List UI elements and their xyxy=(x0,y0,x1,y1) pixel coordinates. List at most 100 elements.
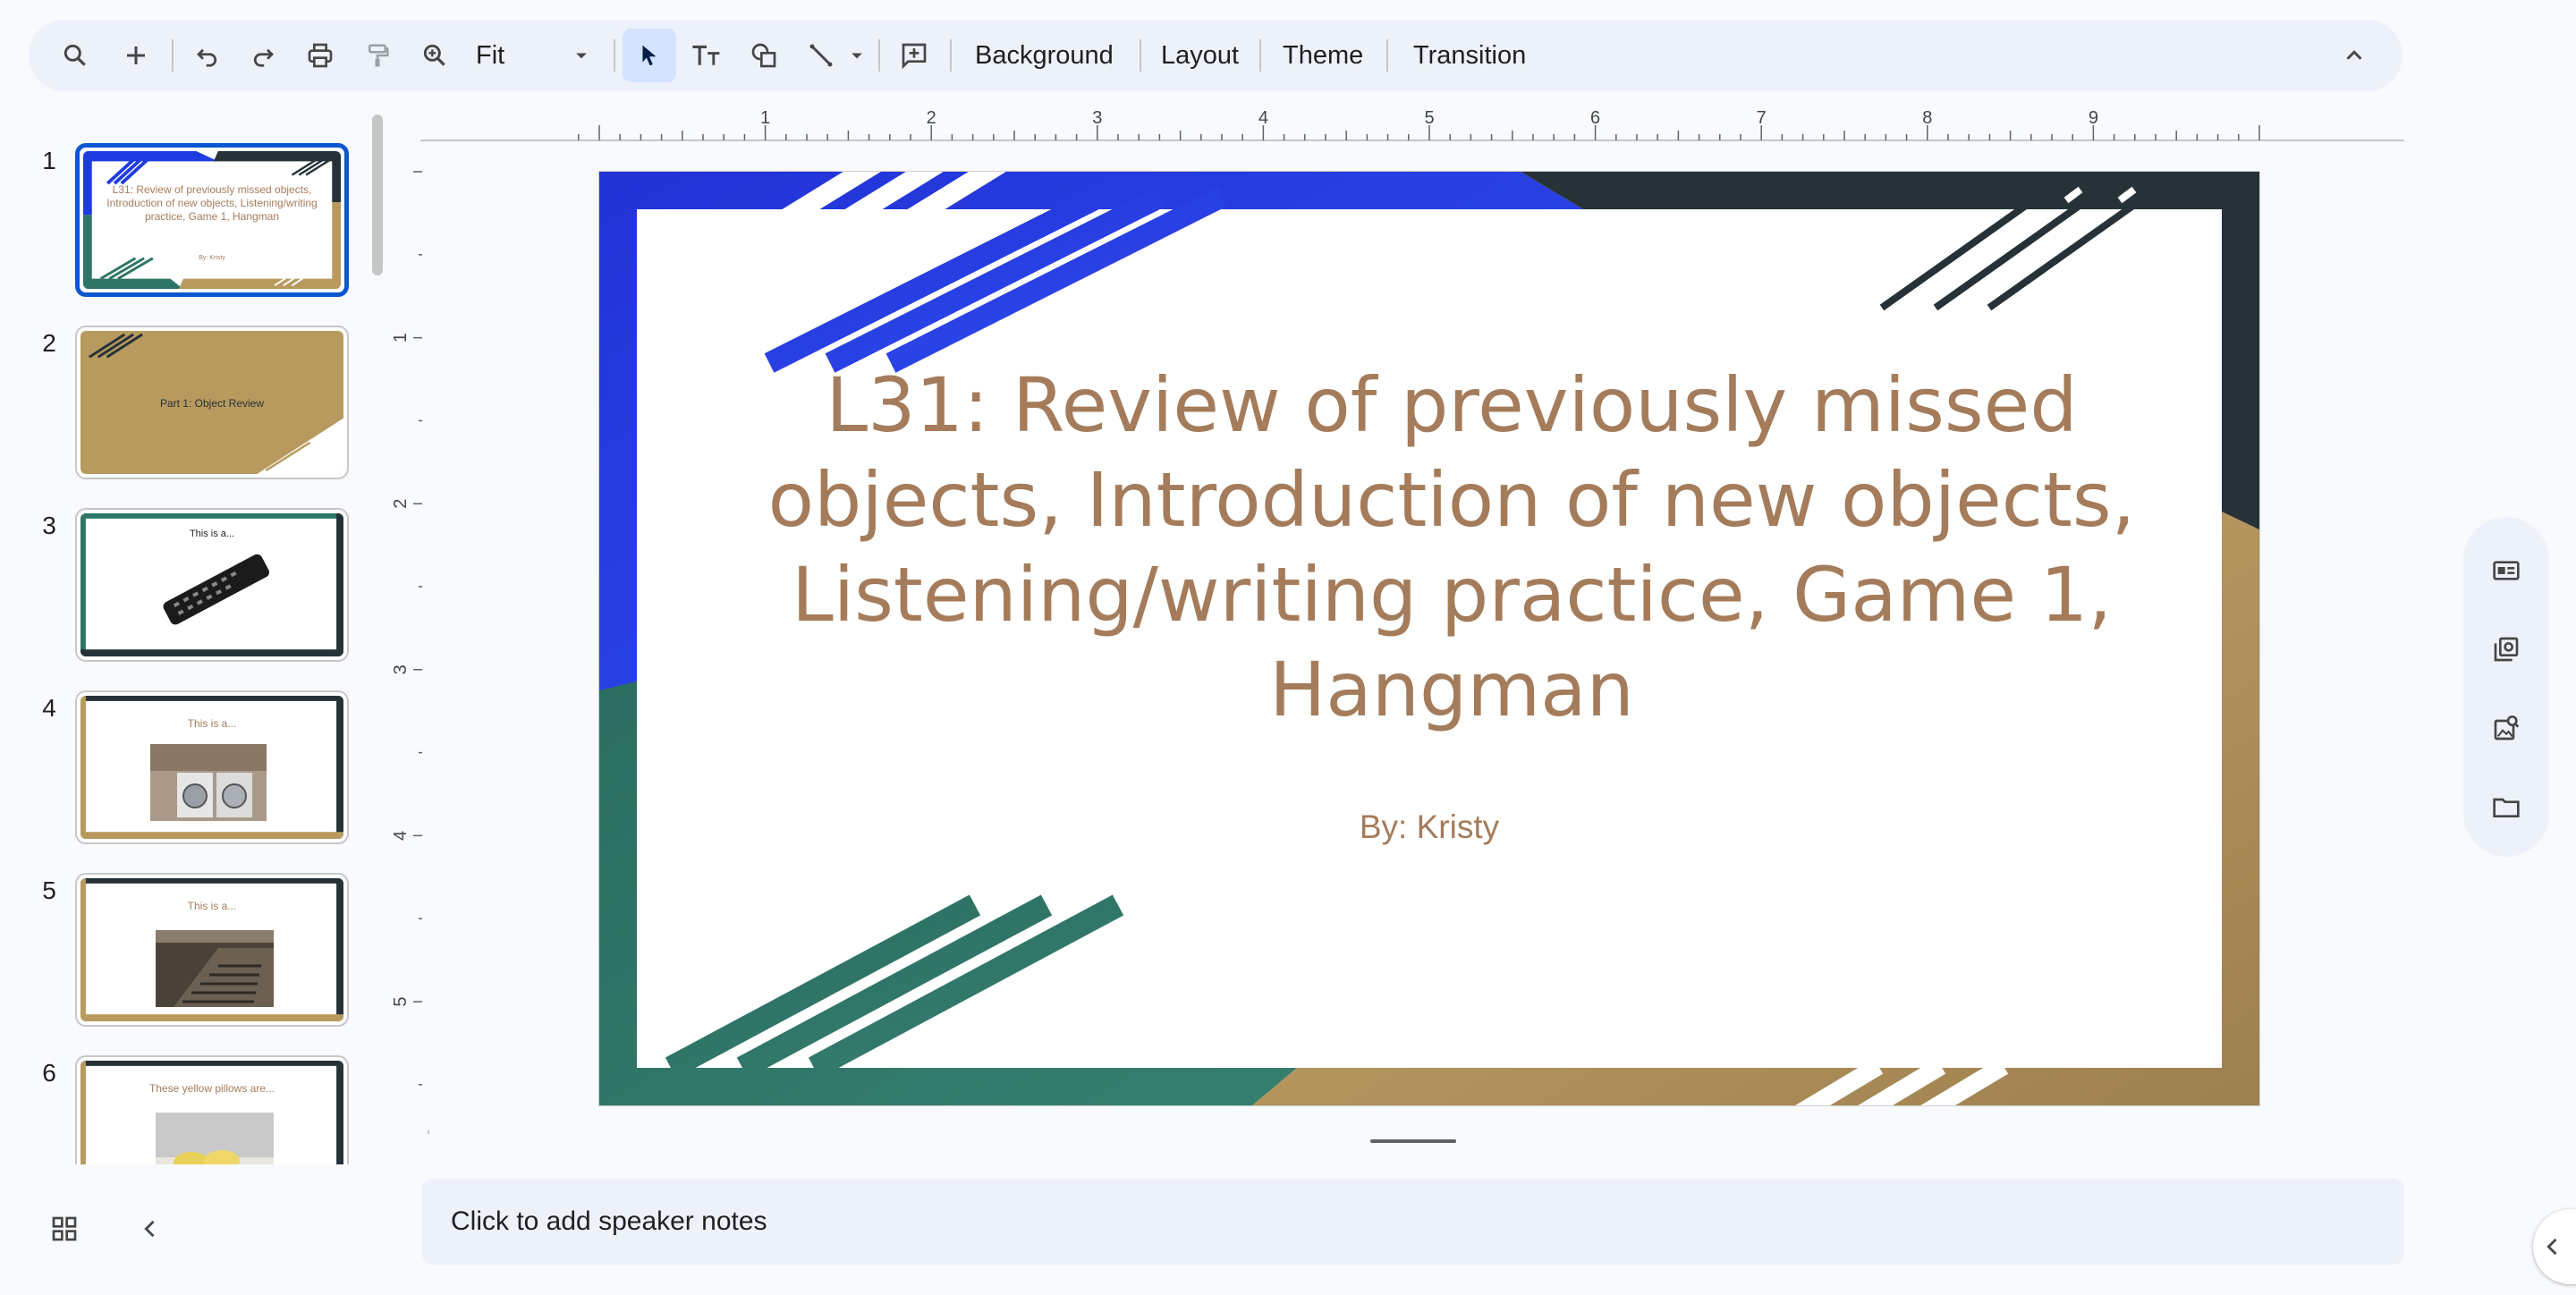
text-box-icon xyxy=(692,45,720,65)
slide-thumbnail-4[interactable]: This is a... xyxy=(75,690,349,844)
thumbnail-title: This is a... xyxy=(187,717,237,730)
ruler-label: 5 xyxy=(394,996,411,1006)
collapse-chevron-up-icon xyxy=(2346,50,2362,60)
toolbar-divider xyxy=(614,39,615,72)
ruler-label: 7 xyxy=(1757,108,1767,128)
filmstrip-scrollbar[interactable] xyxy=(372,114,383,275)
theme-button[interactable]: Theme xyxy=(1283,20,1363,91)
slide-number: 5 xyxy=(42,876,56,904)
slide-thumbnail-6[interactable]: These yellow pillows are... xyxy=(75,1055,349,1164)
collapse-toolbar-button[interactable] xyxy=(2327,29,2381,82)
zoom-icon xyxy=(423,44,445,66)
zoom-select[interactable]: Fit xyxy=(476,20,504,91)
slide-thumbnail-5[interactable]: This is a... xyxy=(75,873,349,1027)
ruler-label: 9 xyxy=(2089,108,2098,128)
print-button[interactable] xyxy=(293,29,347,82)
shape-button[interactable] xyxy=(737,29,791,82)
thumbnail-title: This is a... xyxy=(189,529,235,539)
speaker-notes[interactable]: Click to add speaker notes xyxy=(422,1179,2404,1265)
staircase-image xyxy=(156,930,274,1007)
slide-number: 3 xyxy=(42,512,56,539)
ruler-label: 3 xyxy=(394,664,411,674)
redo-icon xyxy=(253,48,274,67)
slide-thumbnail-3[interactable]: This is a... xyxy=(75,508,349,662)
notes-resize-handle[interactable] xyxy=(1370,1139,1456,1143)
search-icon xyxy=(64,44,86,66)
slide-number: 1 xyxy=(42,147,56,174)
ruler-label: 4 xyxy=(394,831,411,841)
add-comment-button[interactable] xyxy=(887,29,941,82)
search-menus-button[interactable] xyxy=(48,29,102,82)
hide-filmstrip-button[interactable] xyxy=(123,1202,177,1256)
zoom-button[interactable] xyxy=(408,29,462,82)
ruler-label: 8 xyxy=(1922,108,1932,128)
chevron-down-icon xyxy=(852,53,862,59)
line-button[interactable] xyxy=(794,29,848,82)
horizontal-ruler: 1 2 3 4 5 6 7 8 9 xyxy=(420,108,2404,141)
redo-button[interactable] xyxy=(236,29,290,82)
background-button[interactable]: Background xyxy=(975,20,1114,91)
zoom-dropdown[interactable] xyxy=(572,47,590,69)
ruler-label: 1 xyxy=(394,333,411,343)
paint-format-button[interactable] xyxy=(351,29,404,82)
ruler-label: 1 xyxy=(760,108,770,128)
toolbar-divider xyxy=(172,39,174,72)
toolbar-divider xyxy=(878,39,880,72)
side-panel xyxy=(2463,517,2549,857)
paint-format-icon xyxy=(369,44,389,67)
remote-control-image xyxy=(163,554,269,625)
slides-library-icon xyxy=(2494,637,2519,662)
current-slide[interactable]: L31: Review of previously missed objects… xyxy=(599,172,2259,1105)
toolbar-divider xyxy=(950,39,952,72)
thumbnail-title: L31: Review of previously missed objects… xyxy=(106,183,318,223)
select-cursor-icon xyxy=(642,45,657,66)
slide-filmstrip: 1 L31: Review of previously missed objec… xyxy=(0,134,394,1164)
folder-button[interactable] xyxy=(2479,780,2533,834)
ruler-label: 2 xyxy=(927,108,936,128)
slide-number: 6 xyxy=(42,1059,56,1087)
toolbar: Fit Background Layout Theme Transition xyxy=(29,20,2402,91)
line-icon xyxy=(809,44,833,67)
grid-view-button[interactable] xyxy=(38,1202,91,1256)
keep-icon xyxy=(2493,561,2520,580)
image-search-icon xyxy=(2494,715,2520,741)
thumbnail-title: These yellow pillows are... xyxy=(148,1082,275,1095)
grid-view-icon xyxy=(52,1216,77,1241)
print-icon xyxy=(308,43,333,68)
expand-panel-chevron-icon xyxy=(2546,1238,2557,1256)
image-search-button[interactable] xyxy=(2479,701,2533,755)
slide-subtitle[interactable]: By: Kristy xyxy=(599,808,2259,846)
layout-button[interactable]: Layout xyxy=(1161,20,1239,91)
keep-button[interactable] xyxy=(2479,544,2533,597)
transition-button[interactable]: Transition xyxy=(1413,20,1526,91)
ruler-label: 3 xyxy=(1092,108,1102,128)
hide-filmstrip-chevron-icon xyxy=(144,1220,155,1238)
plus-icon xyxy=(127,47,145,64)
slide-thumbnail-2[interactable]: Part 1: Object Review xyxy=(75,326,349,479)
ruler-label: 2 xyxy=(394,499,411,509)
new-slide-button[interactable] xyxy=(109,29,163,82)
undo-icon xyxy=(197,48,217,67)
toolbar-divider xyxy=(1140,39,1141,72)
slide-title[interactable]: L31: Review of previously missed objects… xyxy=(680,358,2224,737)
slide-thumbnail-1[interactable]: L31: Review of previously missed objects… xyxy=(75,143,349,297)
slides-library-button[interactable] xyxy=(2479,622,2533,676)
ruler-label: 6 xyxy=(1590,108,1600,128)
yellow-pillows-image xyxy=(156,1113,274,1164)
ruler-label: 5 xyxy=(1424,108,1434,128)
text-box-button[interactable] xyxy=(680,29,733,82)
select-tool-button[interactable] xyxy=(623,29,676,82)
slide-number: 4 xyxy=(42,694,56,722)
expand-side-panel-button[interactable] xyxy=(2533,1209,2576,1284)
ruler-label: 4 xyxy=(1258,108,1268,128)
slide-number: 2 xyxy=(42,329,56,357)
comment-add-icon xyxy=(902,43,927,70)
thumbnail-title: Part 1: Object Review xyxy=(159,397,265,410)
line-dropdown[interactable] xyxy=(848,47,866,64)
undo-button[interactable] xyxy=(181,29,234,82)
folder-icon xyxy=(2493,798,2520,817)
toolbar-divider xyxy=(1259,39,1261,72)
shape-icon xyxy=(751,43,776,68)
thumbnail-title: This is a... xyxy=(187,900,237,912)
chevron-down-icon xyxy=(576,53,587,59)
